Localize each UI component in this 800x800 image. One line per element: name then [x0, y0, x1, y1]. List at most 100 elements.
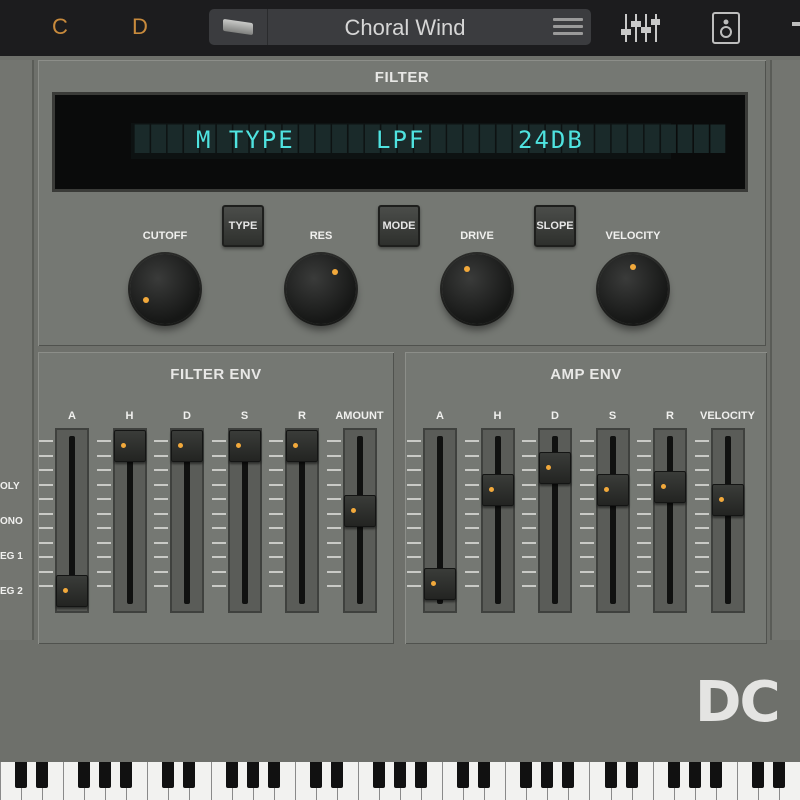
side-label-mono[interactable]: ONO: [0, 516, 23, 527]
drive-knob[interactable]: [442, 254, 512, 324]
black-key[interactable]: [15, 762, 28, 788]
fader-indicator-dot: [718, 496, 724, 502]
side-label-eg2[interactable]: EG 2: [0, 586, 23, 597]
fader-cap[interactable]: [113, 430, 146, 462]
white-key-divider: [63, 762, 65, 800]
black-key[interactable]: [309, 762, 322, 788]
filter-env-r-label: R: [298, 410, 306, 422]
preset-selector[interactable]: Choral Wind: [209, 9, 591, 45]
fader-cap[interactable]: [654, 470, 686, 503]
preset-divider: [267, 9, 268, 45]
black-key[interactable]: [225, 762, 238, 788]
fader-cap[interactable]: [539, 451, 571, 484]
amp-env-h-fader[interactable]: [480, 428, 515, 613]
fader-cap[interactable]: [424, 567, 456, 600]
amp-env-a-fader[interactable]: [423, 428, 457, 613]
filter-env-title: FILTER ENV: [170, 366, 262, 383]
preset-name[interactable]: Choral Wind: [269, 15, 541, 41]
velocity-knob[interactable]: [598, 254, 668, 324]
black-key[interactable]: [709, 762, 722, 788]
fader-cap[interactable]: [343, 495, 376, 528]
speaker-icon[interactable]: [712, 12, 740, 44]
lcd-param-text: M TYPE: [196, 126, 295, 154]
fader-cap[interactable]: [711, 483, 744, 516]
black-key[interactable]: [372, 762, 385, 788]
slope-button[interactable]: SLOPE: [534, 205, 576, 247]
fader-indicator-dot: [661, 483, 666, 489]
black-key[interactable]: [120, 762, 133, 788]
fader-cap[interactable]: [228, 430, 261, 462]
filter-env-a-label: A: [68, 410, 76, 422]
fader-cap[interactable]: [481, 473, 514, 506]
black-key[interactable]: [162, 762, 175, 788]
more-icon[interactable]: [792, 22, 800, 26]
black-key[interactable]: [36, 762, 49, 788]
fader-cap[interactable]: [171, 430, 203, 462]
fader-cap[interactable]: [596, 473, 629, 506]
mode-button[interactable]: MODE: [378, 205, 420, 247]
black-key[interactable]: [394, 762, 406, 788]
filter-env-s-fader[interactable]: [227, 428, 262, 613]
keyboard-thumb-icon: [223, 18, 253, 36]
white-key-divider: [147, 762, 149, 800]
cutoff-label: CUTOFF: [142, 230, 188, 242]
black-key[interactable]: [751, 762, 764, 788]
black-key[interactable]: [520, 762, 533, 788]
filter-env-h-fader[interactable]: [112, 428, 147, 613]
amp-env-velocity-fader[interactable]: [710, 428, 745, 613]
mixer-icon[interactable]: [620, 12, 660, 44]
black-key[interactable]: [478, 762, 491, 788]
black-key[interactable]: [625, 762, 638, 788]
black-key[interactable]: [99, 762, 112, 788]
black-key[interactable]: [772, 762, 785, 788]
note-c-label[interactable]: C: [52, 14, 68, 40]
fader-indicator-dot: [293, 443, 298, 448]
black-key[interactable]: [183, 762, 196, 788]
type-button[interactable]: TYPE: [222, 205, 264, 247]
cutoff-knob[interactable]: [130, 254, 200, 324]
filter-title: FILTER: [374, 69, 430, 86]
black-key[interactable]: [330, 762, 343, 788]
black-key[interactable]: [562, 762, 575, 788]
side-label-eg1[interactable]: EG 1: [0, 551, 23, 562]
black-key[interactable]: [415, 762, 428, 788]
brand-logo: DC: [695, 670, 781, 735]
black-key[interactable]: [541, 762, 554, 788]
black-key[interactable]: [78, 762, 91, 788]
black-key[interactable]: [267, 762, 280, 788]
res-knob[interactable]: [286, 254, 356, 324]
knob-indicator-dot: [464, 266, 470, 273]
fader-indicator-dot: [488, 486, 494, 492]
black-key[interactable]: [457, 762, 470, 788]
note-d-label[interactable]: D: [132, 14, 148, 40]
fader-indicator-dot: [178, 443, 183, 448]
filter-env-d-label: D: [183, 410, 191, 422]
amp-env-h-label: H: [493, 410, 502, 422]
black-key[interactable]: [246, 762, 259, 788]
knob-indicator-dot: [332, 269, 339, 276]
white-key-divider: [505, 762, 507, 800]
filter-env-r-fader[interactable]: [285, 428, 319, 613]
drive-label: DRIVE: [460, 230, 494, 242]
filter-env-d-fader[interactable]: [170, 428, 204, 613]
fader-slot: [667, 436, 673, 604]
amp-env-r-fader[interactable]: [653, 428, 687, 613]
filter-env-a-fader[interactable]: [55, 428, 89, 613]
fader-slot: [494, 436, 501, 604]
side-label-poly[interactable]: OLY: [0, 481, 20, 492]
black-key[interactable]: [604, 762, 617, 788]
piano-keyboard[interactable]: [0, 762, 800, 800]
white-key-divider: [357, 762, 359, 800]
knob-indicator-dot: [630, 264, 636, 270]
white-key-divider: [294, 762, 296, 800]
fader-cap[interactable]: [286, 430, 318, 462]
hamburger-menu-icon[interactable]: [553, 18, 583, 36]
black-key[interactable]: [667, 762, 680, 788]
black-key[interactable]: [688, 762, 701, 788]
amp-env-a-label: A: [436, 410, 444, 422]
white-key-divider: [210, 762, 212, 800]
filter-env-amount-fader[interactable]: [342, 428, 377, 613]
amp-env-s-fader[interactable]: [595, 428, 630, 613]
amp-env-d-fader[interactable]: [538, 428, 572, 613]
fader-cap[interactable]: [56, 575, 88, 607]
